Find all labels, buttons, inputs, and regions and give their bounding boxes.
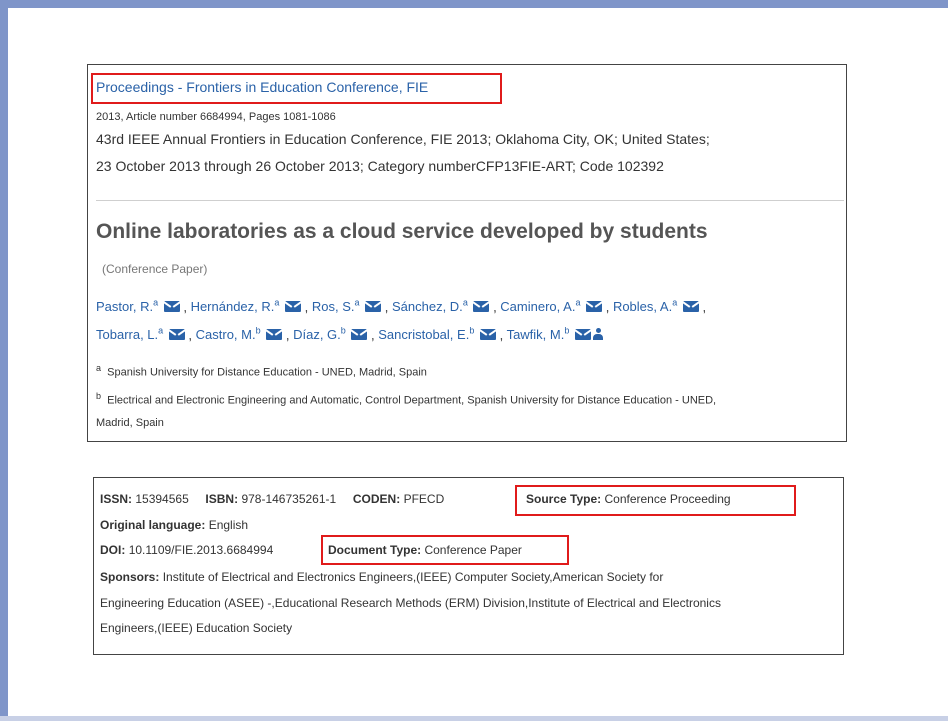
email-icon[interactable]: [285, 301, 302, 313]
conference-info-line1: 43rd IEEE Annual Frontiers in Education …: [96, 131, 710, 147]
window-frame-top: [0, 0, 948, 8]
isbn-value: 978-146735261-1: [241, 492, 337, 506]
author-link[interactable]: Hernández, R.: [191, 299, 275, 314]
source-title-link[interactable]: Proceedings - Frontiers in Education Con…: [96, 79, 428, 95]
email-icon[interactable]: [586, 301, 603, 313]
sponsors-line3: Engineers,(IEEE) Education Society: [100, 621, 293, 635]
author-link[interactable]: Ros, S.: [312, 299, 355, 314]
document-record-box: Proceedings - Frontiers in Education Con…: [87, 64, 847, 442]
author-item: Hernández, R.a: [191, 298, 302, 314]
email-icon[interactable]: [479, 329, 496, 341]
document-title: Online laboratories as a cloud service d…: [96, 220, 708, 243]
window-frame-bottom: [0, 716, 948, 721]
author-link[interactable]: Pastor, R.: [96, 299, 153, 314]
source-type: Source Type: Conference Proceeding: [526, 492, 731, 506]
email-icon[interactable]: [365, 301, 382, 313]
author-item: Tobarra, L.a: [96, 326, 185, 342]
email-icon[interactable]: [163, 301, 180, 313]
source-meta: 2013, Article number 6684994, Pages 1081…: [96, 111, 336, 123]
email-icon[interactable]: [682, 301, 699, 313]
original-language: Original language: English: [100, 518, 249, 532]
author-item: Caminero, A.a: [500, 298, 603, 314]
email-icon[interactable]: [575, 329, 591, 341]
document-type-tag: (Conference Paper): [102, 262, 208, 276]
author-link[interactable]: Castro, M.: [196, 327, 256, 342]
conference-info-line2: 23 October 2013 through 26 October 2013;…: [96, 158, 664, 174]
email-icon[interactable]: [168, 329, 185, 341]
author-item: Sancristobal, E.b: [378, 326, 496, 342]
author-list-line1: Pastor, R.a , Hernández, R.a , Ros, S.a …: [96, 298, 707, 315]
identifier-row: ISSN: 15394565 ISBN: 978-146735261-1 COD…: [100, 492, 445, 506]
author-item: Robles, A.a: [613, 298, 699, 314]
sponsors-line2: Engineering Education (ASEE) -,Education…: [100, 596, 721, 610]
document-type: Document Type: Conference Paper: [328, 543, 522, 557]
author-item: Díaz, G.b: [293, 326, 368, 342]
author-item: Tawfik, M.b: [507, 326, 603, 342]
email-icon[interactable]: [351, 329, 368, 341]
email-icon[interactable]: [473, 301, 490, 313]
divider: [96, 200, 844, 201]
doi: DOI: 10.1109/FIE.2013.6684994: [100, 543, 274, 557]
author-link[interactable]: Robles, A.: [613, 299, 672, 314]
affiliation-a: a Spanish University for Distance Educat…: [96, 363, 427, 379]
author-item: Sánchez, D.a: [392, 298, 490, 314]
sponsors-line1: Sponsors: Institute of Electrical and El…: [100, 570, 664, 584]
author-link[interactable]: Caminero, A.: [500, 299, 575, 314]
email-icon[interactable]: [266, 329, 283, 341]
affiliation-b: b Electrical and Electronic Engineering …: [96, 391, 717, 407]
author-link[interactable]: Tobarra, L.: [96, 327, 158, 342]
window-frame-left: [0, 0, 8, 721]
author-item: Pastor, R.a: [96, 298, 180, 314]
coden-value: PFECD: [403, 492, 445, 506]
author-link[interactable]: Tawfik, M.: [507, 327, 565, 342]
person-icon[interactable]: [593, 328, 603, 341]
affiliation-b-continued: Madrid, Spain: [96, 417, 164, 429]
author-item: Ros, S.a: [312, 298, 382, 314]
issn-value: 15394565: [135, 492, 189, 506]
author-link[interactable]: Díaz, G.: [293, 327, 341, 342]
author-link[interactable]: Sancristobal, E.: [378, 327, 469, 342]
author-link[interactable]: Sánchez, D.: [392, 299, 463, 314]
author-item: Castro, M.b: [196, 326, 283, 342]
author-list-line2: Tobarra, L.a , Castro, M.b , Díaz, G.b ,…: [96, 326, 603, 342]
metadata-box: ISSN: 15394565 ISBN: 978-146735261-1 COD…: [93, 477, 844, 655]
